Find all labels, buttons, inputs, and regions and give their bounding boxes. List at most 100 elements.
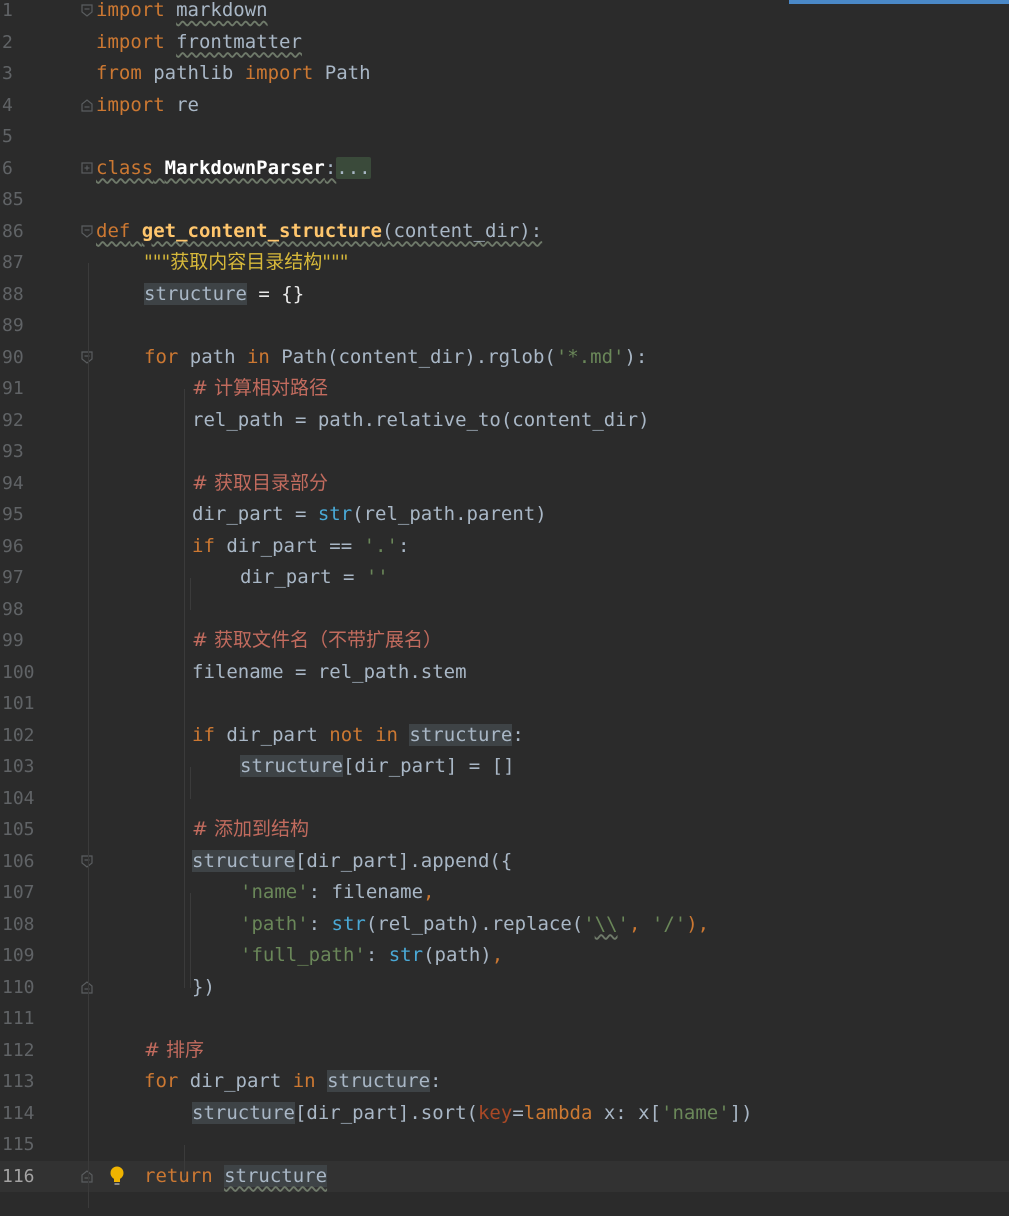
code-line[interactable]: 113 for dir_part in structure: (0, 1066, 1009, 1098)
code-token: in (246, 345, 270, 368)
code-token: (path) (423, 944, 492, 966)
code-token: : (308, 912, 332, 935)
code-line[interactable]: 100 filename = rel_path.stem (0, 657, 1009, 689)
code-line[interactable]: 97 dir_part = '' (0, 562, 1009, 594)
code-token: def (96, 219, 131, 242)
code-token: in (375, 723, 398, 746)
code-token: dir_part (214, 723, 330, 746)
code-line[interactable]: 86 def get_content_structure(content_dir)… (0, 216, 1009, 248)
code-line[interactable]: 87 """获取内容目录结构""" (0, 247, 1009, 279)
code-line[interactable]: 1 import markdown (0, 0, 1009, 27)
code-line[interactable]: 96 if dir_part == '.': (0, 531, 1009, 563)
code-text: # 计算相对路径 (192, 373, 328, 405)
code-token: structure (144, 282, 247, 305)
code-text: return structure (144, 1161, 328, 1193)
code-line[interactable]: 6 class MarkdownParser:... (0, 153, 1009, 185)
code-editor[interactable]: 1 import markdown 2 import frontmatter 3 from… (0, 0, 1009, 1216)
code-line[interactable]: 103 structure[dir_part] = [] (0, 751, 1009, 783)
code-token: [dir_part] = [] (342, 755, 515, 777)
fold-marker-icon[interactable] (81, 351, 93, 364)
code-text: def get_content_structure(content_dir): (96, 216, 542, 248)
code-text: dir_part = '' (240, 562, 389, 594)
fold-marker-icon[interactable] (81, 98, 93, 112)
line-number: 2 (2, 31, 13, 53)
code-line[interactable]: 116 return structure (0, 1160, 1009, 1193)
code-token: dir_part == (214, 534, 364, 557)
code-line[interactable]: 88 structure = {} (0, 279, 1009, 311)
code-line[interactable]: 105 # 添加到结构 (0, 814, 1009, 846)
code-token: (rel_path).replace( (365, 912, 584, 935)
line-number: 91 (2, 378, 24, 400)
code-line[interactable]: 3 from pathlib import Path (0, 58, 1009, 90)
code-line[interactable]: 94 # 获取目录部分 (0, 468, 1009, 500)
line-number: 114 (2, 1102, 35, 1124)
line-number: 106 (2, 850, 35, 872)
code-line[interactable]: 90 for path in Path(content_dir).rglob('*… (0, 342, 1009, 374)
fold-marker-icon[interactable] (81, 4, 93, 18)
code-text: dir_part = str(rel_path.parent) (192, 499, 547, 531)
code-line[interactable]: 2 import frontmatter (0, 27, 1009, 59)
code-line[interactable]: 99 # 获取文件名（不带扩展名） (0, 625, 1009, 657)
code-line[interactable]: 101 (0, 688, 1009, 720)
line-number: 89 (2, 315, 24, 337)
code-line[interactable]: 85 (0, 184, 1009, 216)
code-line[interactable]: 115 (0, 1129, 1009, 1161)
code-token: ), (686, 912, 710, 935)
fold-marker-icon[interactable] (81, 855, 93, 868)
code-token: filename = rel_path.stem (192, 660, 467, 683)
code-line[interactable]: 114 structure[dir_part].sort(key=lambda x… (0, 1098, 1009, 1130)
code-line[interactable]: 106 structure[dir_part].append({ (0, 846, 1009, 878)
code-token: str (331, 912, 366, 935)
line-number: 90 (2, 346, 24, 368)
code-text: rel_path = path.relative_to(content_dir) (192, 405, 650, 437)
code-line[interactable]: 107 'name': filename, (0, 877, 1009, 909)
line-number: 104 (2, 787, 35, 809)
code-text: import frontmatter (96, 27, 302, 59)
code-line[interactable]: 109 'full_path': str(path), (0, 940, 1009, 972)
code-line[interactable]: 89 (0, 310, 1009, 342)
code-line[interactable]: 108'path': str(rel_path).replace('\\', '… (0, 909, 1009, 941)
code-token: }) (192, 975, 215, 998)
code-text: 'path': str(rel_path).replace('\\', '/')… (240, 909, 709, 941)
code-line[interactable]: 102 if dir_part not in structure: (0, 720, 1009, 752)
code-line[interactable]: 112 # 排序 (0, 1035, 1009, 1067)
code-token: (rel_path.parent) (352, 503, 547, 525)
code-text: if dir_part not in structure: (192, 720, 524, 752)
line-number: 115 (2, 1134, 35, 1156)
fold-marker-icon[interactable] (81, 162, 93, 175)
code-token: Path (313, 62, 371, 84)
code-token: , (423, 881, 435, 903)
code-line[interactable]: 4 import re (0, 90, 1009, 122)
line-number: 100 (2, 661, 35, 683)
code-token: structure (409, 723, 513, 746)
code-text: import markdown (96, 0, 268, 27)
code-token: 'full_path' (240, 944, 366, 966)
code-line[interactable]: 111 (0, 1003, 1009, 1035)
code-line[interactable]: 5 (0, 121, 1009, 153)
code-line[interactable]: 95 dir_part = str(rel_path.parent) (0, 499, 1009, 531)
code-line[interactable]: 93 (0, 436, 1009, 468)
code-text: structure[dir_part].append({ (192, 846, 512, 878)
indent-guide (184, 389, 185, 988)
code-text: filename = rel_path.stem (192, 657, 467, 689)
code-line[interactable]: 92 rel_path = path.relative_to(content_di… (0, 405, 1009, 437)
line-number: 6 (2, 157, 13, 179)
fold-marker-icon[interactable] (81, 1169, 93, 1183)
code-line[interactable]: 110}) (0, 972, 1009, 1004)
code-token: pathlib (141, 62, 245, 84)
line-number: 5 (2, 126, 13, 148)
lightbulb-icon[interactable] (108, 1165, 126, 1187)
code-token: = (512, 1101, 524, 1124)
code-line[interactable]: 98 (0, 594, 1009, 626)
code-line[interactable]: 104 (0, 783, 1009, 815)
code-line[interactable]: 91 # 计算相对路径 (0, 373, 1009, 405)
line-number: 98 (2, 598, 24, 620)
code-token: = {} (246, 282, 305, 305)
fold-marker-icon[interactable] (81, 980, 93, 994)
line-number: 109 (2, 945, 35, 967)
fold-marker-icon[interactable] (81, 225, 93, 238)
code-token: '' (365, 566, 389, 588)
line-number: 99 (2, 630, 24, 652)
